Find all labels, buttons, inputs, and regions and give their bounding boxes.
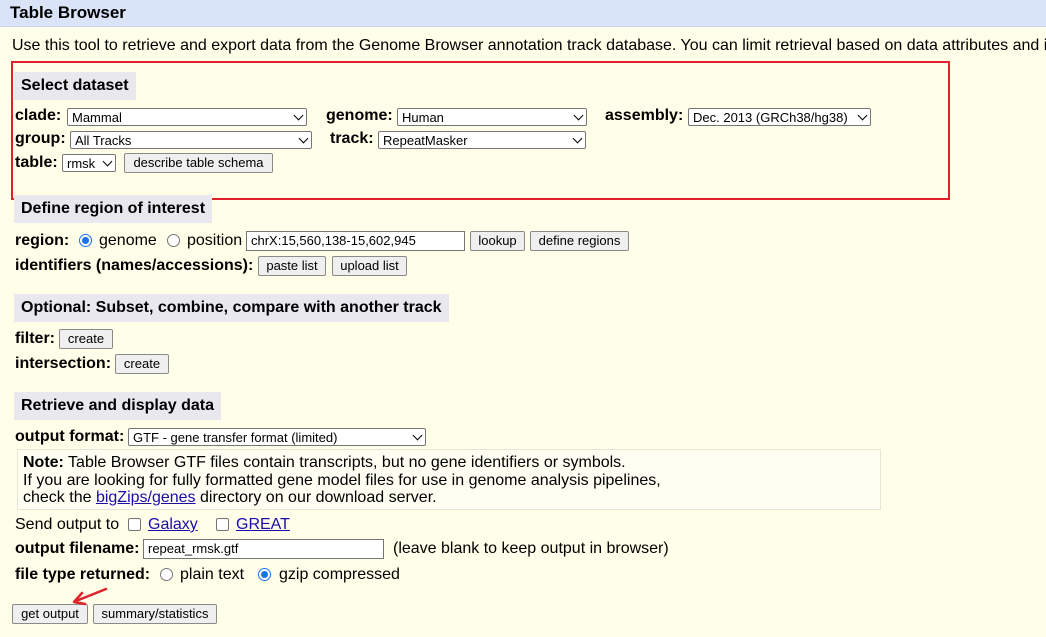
table-label: table: — [15, 154, 58, 171]
paste-list-button[interactable]: paste list — [258, 256, 326, 276]
plain-text-label: plain text — [180, 566, 245, 583]
genome-radio-label: genome — [99, 232, 157, 249]
file-type-label: file type returned: — [15, 566, 151, 583]
group-value: All Tracks — [75, 133, 132, 148]
group-select[interactable]: All Tracks — [70, 131, 312, 149]
section-optional: Optional: Subset, combine, compare with … — [14, 294, 449, 322]
note-line-2: If you are looking for fully formatted g… — [23, 471, 661, 489]
galaxy-link[interactable]: Galaxy — [148, 516, 198, 534]
gzip-label: gzip compressed — [279, 566, 400, 583]
group-label: group: — [15, 130, 66, 147]
note-line-1: Note: Table Browser GTF files contain tr… — [23, 454, 875, 472]
track-label: track: — [330, 130, 374, 147]
genome-radio[interactable] — [79, 234, 92, 247]
output-format-label: output format: — [15, 428, 125, 445]
upload-list-button[interactable]: upload list — [332, 256, 407, 276]
note-line-3-post: directory on our download server. — [195, 489, 437, 506]
send-output-label: Send output to — [15, 516, 120, 533]
annotation-arrow-icon — [72, 587, 108, 606]
title-bar: Table Browser — [0, 0, 1046, 27]
intro-text: Use this tool to retrieve and export dat… — [12, 37, 1046, 54]
assembly-label: assembly: — [605, 107, 684, 124]
assembly-select[interactable]: Dec. 2013 (GRCh38/hg38) — [688, 108, 871, 126]
genome-label: genome: — [326, 107, 393, 124]
gtf-note: Note: Table Browser GTF files contain tr… — [17, 449, 881, 510]
note-line-3: check the bigZips/genes directory on our… — [23, 489, 875, 507]
note-line-1-text: Table Browser GTF files contain transcri… — [63, 454, 626, 471]
track-select[interactable]: RepeatMasker — [378, 131, 586, 149]
assembly-value: Dec. 2013 (GRCh38/hg38) — [693, 110, 848, 125]
define-regions-button[interactable]: define regions — [530, 231, 629, 251]
genome-value: Human — [402, 110, 444, 125]
region-label: region: — [15, 232, 70, 249]
chevron-down-icon — [293, 110, 304, 121]
table-select[interactable]: rmsk — [62, 154, 116, 172]
section-retrieve: Retrieve and display data — [14, 392, 221, 420]
chevron-down-icon — [857, 110, 868, 121]
identifiers-label: identifiers (names/accessions): — [15, 257, 254, 274]
chevron-down-icon — [412, 430, 423, 441]
note-line-3-pre: check the — [23, 489, 96, 506]
clade-label: clade: — [15, 107, 62, 124]
great-checkbox[interactable] — [216, 518, 229, 531]
track-value: RepeatMasker — [383, 133, 468, 148]
chevron-down-icon — [102, 156, 113, 167]
chevron-down-icon — [572, 133, 583, 144]
position-input[interactable]: chrX:15,560,138-15,602,945 — [246, 231, 465, 251]
output-format-value: GTF - gene transfer format (limited) — [133, 430, 338, 445]
clade-select[interactable]: Mammal — [67, 108, 307, 126]
intersection-label: intersection: — [15, 355, 112, 372]
intersection-create-button[interactable]: create — [115, 354, 169, 374]
chevron-down-icon — [298, 133, 309, 144]
chevron-down-icon — [573, 110, 584, 121]
output-filename-input[interactable]: repeat_rmsk.gtf — [143, 539, 384, 559]
table-value: rmsk — [67, 156, 96, 171]
genome-select[interactable]: Human — [397, 108, 587, 126]
output-filename-label: output filename: — [15, 540, 140, 557]
galaxy-checkbox[interactable] — [128, 518, 141, 531]
output-format-select[interactable]: GTF - gene transfer format (limited) — [128, 428, 426, 446]
plain-text-radio[interactable] — [160, 568, 173, 581]
filter-label: filter: — [15, 330, 55, 347]
note-label: Note: — [23, 454, 64, 471]
bigzips-genes-link[interactable]: bigZips/genes — [96, 489, 196, 506]
gzip-radio[interactable] — [258, 568, 271, 581]
great-link[interactable]: GREAT — [236, 516, 290, 534]
page-title: Table Browser — [10, 3, 126, 22]
filter-create-button[interactable]: create — [59, 329, 113, 349]
filename-hint: (leave blank to keep output in browser) — [393, 540, 669, 557]
lookup-button[interactable]: lookup — [470, 231, 525, 251]
position-radio[interactable] — [167, 234, 180, 247]
section-select-dataset: Select dataset — [14, 72, 136, 100]
position-radio-label: position — [187, 232, 243, 249]
clade-value: Mammal — [72, 110, 122, 125]
section-define-region: Define region of interest — [14, 195, 213, 223]
describe-table-schema-button[interactable]: describe table schema — [124, 153, 273, 173]
